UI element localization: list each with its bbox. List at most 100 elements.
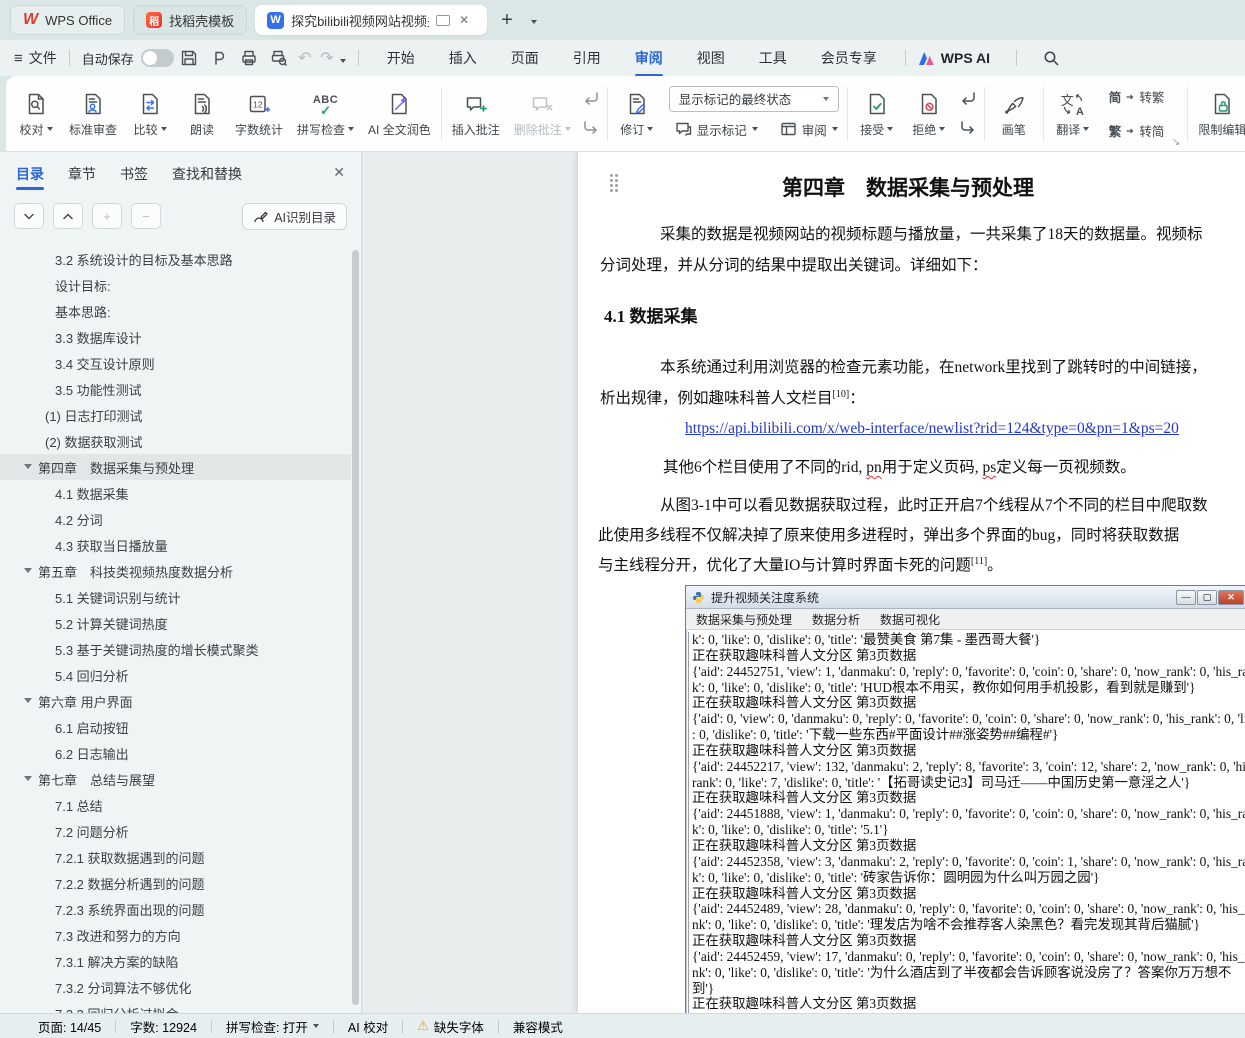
restrict-editing-button[interactable]: 限制编辑 [1191, 81, 1245, 147]
undo-history-dropdown-icon[interactable] [340, 50, 346, 66]
toc-expand-arrow[interactable] [24, 776, 32, 781]
redo-button[interactable]: ↷ [316, 48, 338, 68]
chapter-heading[interactable]: 第四章 数据采集与预处理 [578, 172, 1238, 202]
compare-button[interactable]: 比较 [124, 81, 176, 147]
toc-expand-arrow[interactable] [24, 568, 32, 573]
tab-docer-templates[interactable]: 稻 找稻壳模板 [133, 5, 247, 35]
toc-item[interactable]: 3.5 功能性测试 [0, 376, 351, 402]
word-count-indicator[interactable]: 字数: 12924 [130, 1017, 197, 1036]
body-line[interactable]: 从图3-1中可以看见数据获取过程，此时正开启7个线程从7个不同的栏目中爬取数 [660, 493, 1208, 515]
translate-button[interactable]: 文A 翻译 [1047, 81, 1099, 147]
word-count-button[interactable]: 12 字数统计 [228, 81, 290, 147]
toc-item[interactable]: (2) 数据获取测试 [0, 428, 351, 454]
body-line[interactable]: 分词处理，并从分词的结果中提取出关键词。详细如下： [600, 253, 988, 275]
toc-item[interactable]: 3.3 数据库设计 [0, 324, 351, 350]
previous-comment-button[interactable] [578, 87, 604, 111]
save-button[interactable] [174, 45, 204, 71]
toc-item[interactable]: 设计目标: [0, 272, 351, 298]
ai-proofread-status[interactable]: AI 校对 [348, 1017, 388, 1036]
spell-check-button[interactable]: ABC✓ 拼写检查 [290, 81, 361, 147]
insert-comment-button[interactable]: 插入批注 [445, 81, 507, 147]
ribbon-tab[interactable]: 审阅 [633, 42, 665, 74]
body-line[interactable]: 采集的数据是视频网站的视频标题与播放量，一共采集了18天的数据量。视频标 [660, 222, 1203, 244]
hyperlink[interactable]: https://api.bilibili.com/x/web-interface… [685, 420, 1179, 438]
tab-list-dropdown-icon[interactable] [531, 11, 537, 29]
ribbon-tab[interactable]: 引用 [571, 42, 603, 74]
tab-current-document[interactable]: W 探究bilibili视频网站视频关注 ✕ [255, 5, 487, 35]
new-tab-button[interactable]: + [501, 9, 513, 32]
body-line[interactable]: 本系统通过利用浏览器的检查元素功能，在network里找到了跳转时的中间链接， [660, 355, 1207, 377]
toc-item[interactable]: 5.2 计算关键词热度 [0, 610, 351, 636]
ribbon-tab[interactable]: 工具 [757, 42, 789, 74]
document-page[interactable]: 第四章 数据采集与预处理 采集的数据是视频网站的视频标题与播放量，一共采集了18… [578, 152, 1245, 1013]
toc-expand-arrow[interactable] [24, 464, 32, 469]
toc-item[interactable]: 第五章 科技类视频热度数据分析 [0, 558, 351, 584]
tab-wps-office[interactable]: W WPS Office [10, 5, 125, 35]
navigation-tab[interactable]: 查找和替换 [172, 154, 242, 194]
track-changes-button[interactable]: 修订 [611, 81, 663, 147]
toc-item[interactable]: 7.3.3 回归分析过拟合 [0, 1000, 351, 1013]
collapse-all-button[interactable] [53, 203, 83, 229]
body-line[interactable]: 与主线程分开，优化了大量IO与计算时界面卡死的问题[11]。 [598, 553, 1003, 575]
ribbon-tab[interactable]: 开始 [385, 42, 417, 74]
undo-button[interactable]: ↶ [294, 48, 316, 68]
next-change-button[interactable] [955, 116, 981, 140]
to-simplified-button[interactable]: 繁 转简 [1103, 118, 1171, 143]
ai-detect-toc-button[interactable]: AI识别目录 [242, 203, 347, 230]
body-line[interactable]: 其他6个栏目使用了不同的rid, pn用于定义页码, ps定义每一页视频数。 [663, 455, 1136, 477]
to-traditional-button[interactable]: 简 转繁 [1103, 84, 1171, 109]
show-markup-button[interactable]: 显示标记 [669, 117, 764, 142]
wps-ai-button[interactable]: WPS AI [918, 50, 990, 66]
close-tab-icon[interactable]: ✕ [459, 13, 469, 27]
print-preview-button[interactable] [264, 45, 294, 71]
toc-item[interactable]: 第六章 用户界面 [0, 688, 351, 714]
group-expand-icon[interactable]: ↘ [1172, 137, 1180, 148]
proofread-button[interactable]: 校对 [10, 81, 62, 147]
autosave-toggle[interactable] [141, 49, 174, 67]
ink-brush-button[interactable]: 画笔 [988, 81, 1040, 147]
reject-changes-button[interactable]: 拒绝 [903, 81, 955, 147]
promote-heading-button[interactable]: + [92, 203, 122, 229]
previous-change-button[interactable] [955, 87, 981, 111]
read-aloud-button[interactable]: 朗读 [176, 81, 228, 147]
toc-item[interactable]: (1) 日志打印测试 [0, 402, 351, 428]
toc-item[interactable]: 4.1 数据采集 [0, 480, 351, 506]
print-button[interactable] [234, 45, 264, 71]
search-icon[interactable] [1043, 50, 1060, 67]
toc-item[interactable]: 7.3 改进和努力的方向 [0, 922, 351, 948]
toc-item[interactable]: 7.2 问题分析 [0, 818, 351, 844]
toc-expand-arrow[interactable] [24, 698, 32, 703]
navigation-tab[interactable]: 章节 [68, 154, 96, 194]
accept-changes-button[interactable]: 接受 [851, 81, 903, 147]
toc-item[interactable]: 第四章 数据采集与预处理 [0, 454, 351, 480]
markup-state-select[interactable]: 显示标记的最终状态 [669, 86, 839, 112]
section-heading[interactable]: 4.1 数据采集 [604, 302, 698, 327]
toc-item[interactable]: 3.4 交互设计原则 [0, 350, 351, 376]
toc-item[interactable]: 7.2.2 数据分析遇到的问题 [0, 870, 351, 896]
toc-item[interactable]: 5.1 关键词识别与统计 [0, 584, 351, 610]
compatibility-mode-indicator[interactable]: 兼容模式 [513, 1017, 563, 1036]
toc-item[interactable]: 7.3.2 分词算法不够优化 [0, 974, 351, 1000]
standard-review-button[interactable]: 标准审查 [62, 81, 124, 147]
toc-item[interactable]: 6.1 启动按钮 [0, 714, 351, 740]
enter-fullscreen-icon[interactable] [436, 15, 450, 26]
toc-item[interactable]: 7.1 总结 [0, 792, 351, 818]
body-line[interactable]: 析出规律，例如趣味科普人文栏目[10]： [600, 386, 865, 408]
toc-item[interactable]: 3.2 系统设计的目标及基本思路 [0, 246, 351, 272]
ai-polish-button[interactable]: AI 全文润色 [361, 81, 438, 147]
toc-item[interactable]: 7.3.1 解决方案的缺陷 [0, 948, 351, 974]
close-pane-icon[interactable]: ✕ [333, 164, 345, 181]
toc-item[interactable]: 4.2 分词 [0, 506, 351, 532]
review-pane-button[interactable]: 审阅 [774, 117, 844, 142]
navigation-tab[interactable]: 书签 [120, 154, 148, 194]
ribbon-tab[interactable]: 会员专享 [819, 42, 879, 74]
expand-all-button[interactable] [14, 203, 44, 229]
ribbon-tab[interactable]: 插入 [447, 42, 479, 74]
file-menu[interactable]: ≡ 文件 [14, 48, 57, 68]
spell-check-status[interactable]: 拼写检查: 打开 [226, 1017, 319, 1036]
ribbon-tab[interactable]: 页面 [509, 42, 541, 74]
next-comment-button[interactable] [578, 116, 604, 140]
toc-item[interactable]: 7.2.3 系统界面出现的问题 [0, 896, 351, 922]
toc-item[interactable]: 7.2.1 获取数据遇到的问题 [0, 844, 351, 870]
sidebar-scrollbar-thumb[interactable] [352, 250, 359, 1005]
